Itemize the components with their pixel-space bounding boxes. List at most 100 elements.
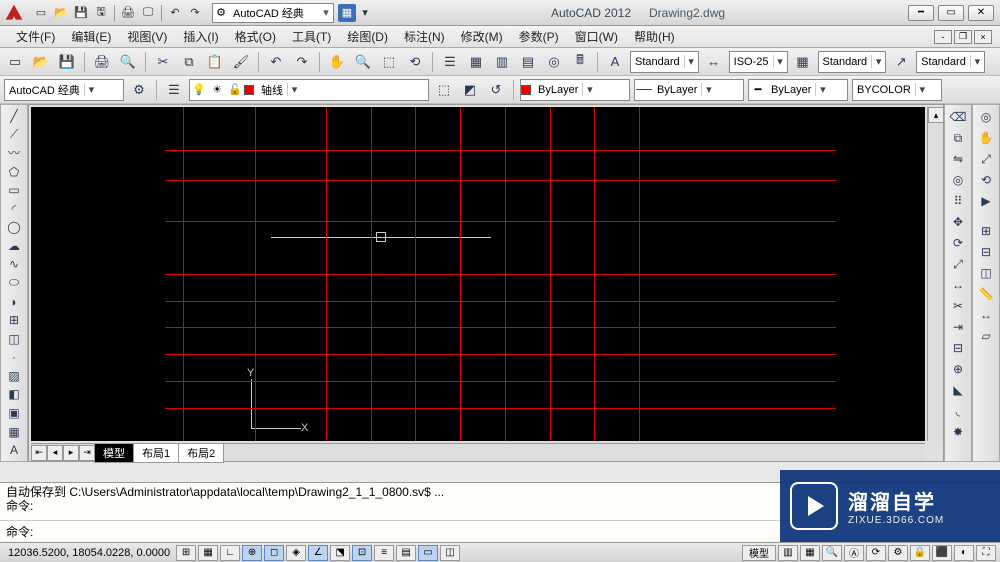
menu-item[interactable]: 视图(V) (119, 26, 175, 47)
break-icon[interactable]: ⊟ (947, 338, 969, 358)
ortho-button[interactable]: ∟ (220, 545, 240, 561)
tool-zoomwin-icon[interactable]: ⬚ (378, 51, 400, 73)
quickview-layouts-icon[interactable]: ▥ (778, 545, 798, 561)
menu-item[interactable]: 参数(P) (511, 26, 567, 47)
tool-markup-icon[interactable]: ◎ (543, 51, 565, 73)
print-icon[interactable]: 🖨 (119, 4, 137, 22)
tool-new-icon[interactable]: ▭ (4, 51, 26, 73)
revcloud-icon[interactable]: ☁ (3, 237, 25, 255)
mtext-icon[interactable]: A (3, 441, 25, 459)
osnap-button[interactable]: ◻ (264, 545, 284, 561)
wheel-icon[interactable]: ◎ (975, 107, 997, 127)
dyn-button[interactable]: ⊡ (352, 545, 372, 561)
circle-icon[interactable]: ◯ (3, 218, 25, 236)
layer-iso-icon[interactable]: ◩ (459, 79, 481, 101)
tab-layout2[interactable]: 布局2 (178, 443, 224, 463)
tool-properties-icon[interactable]: ☰ (439, 51, 461, 73)
scale-icon[interactable]: ⤢ (947, 254, 969, 274)
qat-dropdown-icon[interactable]: ▾ (356, 4, 374, 22)
tool-cut-icon[interactable]: ✂ (152, 51, 174, 73)
text-style-combo[interactable]: Standard▾ (630, 51, 699, 73)
explode-icon[interactable]: ✸ (947, 422, 969, 442)
tool-open-icon[interactable]: 📂 (30, 51, 52, 73)
quickview-dwgs-icon[interactable]: ▦ (800, 545, 820, 561)
tool-zoomprev-icon[interactable]: ⟲ (404, 51, 426, 73)
menu-item[interactable]: 文件(F) (8, 26, 63, 47)
menu-item[interactable]: 窗口(W) (567, 26, 626, 47)
new-icon[interactable]: ▭ (32, 4, 50, 22)
clean-screen-icon[interactable]: ⛶ (976, 545, 996, 561)
tab-model[interactable]: 模型 (94, 443, 134, 463)
tab-next-icon[interactable]: ▸ (63, 445, 79, 461)
tool-sheetset-icon[interactable]: ▤ (517, 51, 539, 73)
menu-item[interactable]: 修改(M) (453, 26, 511, 47)
trim-icon[interactable]: ✂ (947, 296, 969, 316)
pline-icon[interactable]: 〰 (3, 144, 25, 162)
table-style-icon[interactable]: ▦ (792, 51, 814, 73)
lineweight-combo[interactable]: ━ByLayer▾ (748, 79, 848, 101)
color-combo[interactable]: ByLayer▾ (520, 79, 630, 101)
menu-item[interactable]: 格式(O) (227, 26, 284, 47)
model-space-button[interactable]: 模型 (742, 545, 776, 561)
annoscale-icon[interactable]: 🔍 (822, 545, 842, 561)
array-icon[interactable]: ⠿ (947, 191, 969, 211)
spline-icon[interactable]: ∿ (3, 256, 25, 274)
tool-plot-icon[interactable]: 🖨 (91, 51, 113, 73)
showmotion-icon[interactable]: ▶ (975, 191, 997, 211)
pan-nav-icon[interactable]: ✋ (975, 128, 997, 148)
layer-combo[interactable]: 💡 ☀ 🔓 轴线▾ (189, 79, 429, 101)
mdi-minimize-button[interactable]: - (934, 30, 952, 44)
mdi-restore-button[interactable]: ❐ (954, 30, 972, 44)
polygon-icon[interactable]: ⬠ (3, 163, 25, 181)
constrain2-icon[interactable]: ⊟ (975, 242, 997, 262)
rectangle-icon[interactable]: ▭ (3, 181, 25, 199)
lwt-button[interactable]: ≡ (374, 545, 394, 561)
mleader-style-icon[interactable]: ↗ (890, 51, 912, 73)
menu-item[interactable]: 帮助(H) (626, 26, 683, 47)
ws-settings-icon[interactable]: ⚙ (128, 79, 150, 101)
chamfer-icon[interactable]: ◣ (947, 380, 969, 400)
table-style-combo[interactable]: Standard▾ (818, 51, 887, 73)
grid-button[interactable]: ▦ (198, 545, 218, 561)
coordinates-readout[interactable]: 12036.5200, 18054.0228, 0.0000 (4, 547, 174, 559)
offset-icon[interactable]: ◎ (947, 170, 969, 190)
grid-apps-icon[interactable]: ▦ (338, 4, 356, 22)
xline-icon[interactable]: ⟋ (3, 126, 25, 144)
tool-toolpal-icon[interactable]: ▥ (491, 51, 513, 73)
mleader-style-combo[interactable]: Standard▾ (916, 51, 985, 73)
minimize-button[interactable]: ━ (908, 5, 934, 21)
tool-match-icon[interactable]: 🖌 (230, 51, 252, 73)
plot-preview-icon[interactable]: 🖵 (139, 4, 157, 22)
app-logo[interactable] (0, 0, 28, 26)
open-icon[interactable]: 📂 (52, 4, 70, 22)
gradient-icon[interactable]: ◧ (3, 386, 25, 404)
undo-icon[interactable]: ↶ (166, 4, 184, 22)
constrain-icon[interactable]: ⊞ (975, 221, 997, 241)
workspace-combo-2[interactable]: AutoCAD 经典▾ (4, 79, 124, 101)
mirror-icon[interactable]: ⇋ (947, 149, 969, 169)
annovis-icon[interactable]: Ⓐ (844, 545, 864, 561)
maximize-button[interactable]: ▭ (938, 5, 964, 21)
tool-redo-icon[interactable]: ↷ (291, 51, 313, 73)
move-icon[interactable]: ✥ (947, 212, 969, 232)
scroll-up-icon[interactable]: ▴ (928, 107, 944, 123)
ellipsearc-icon[interactable]: ◗ (3, 293, 25, 311)
text-style-icon[interactable]: A (604, 51, 626, 73)
tpy-button[interactable]: ▤ (396, 545, 416, 561)
area-icon[interactable]: ▱ (975, 326, 997, 346)
workspace-combo[interactable]: ⚙ AutoCAD 经典 ▾ (212, 3, 334, 23)
table-icon[interactable]: ▦ (3, 423, 25, 441)
region-icon[interactable]: ▣ (3, 404, 25, 422)
tool-copy-icon[interactable]: ⧉ (178, 51, 200, 73)
menu-item[interactable]: 编辑(E) (63, 26, 119, 47)
line-icon[interactable]: ╱ (3, 107, 25, 125)
tab-layout1[interactable]: 布局1 (133, 443, 179, 463)
vertical-scrollbar[interactable]: ▴ (927, 107, 943, 441)
join-icon[interactable]: ⊕ (947, 359, 969, 379)
block-icon[interactable]: ◫ (3, 330, 25, 348)
ducs-button[interactable]: ⬔ (330, 545, 350, 561)
drawing-canvas[interactable]: YX (31, 107, 925, 441)
sc-button[interactable]: ◫ (440, 545, 460, 561)
point-icon[interactable]: · (3, 349, 25, 367)
lock-ui-icon[interactable]: 🔒 (910, 545, 930, 561)
